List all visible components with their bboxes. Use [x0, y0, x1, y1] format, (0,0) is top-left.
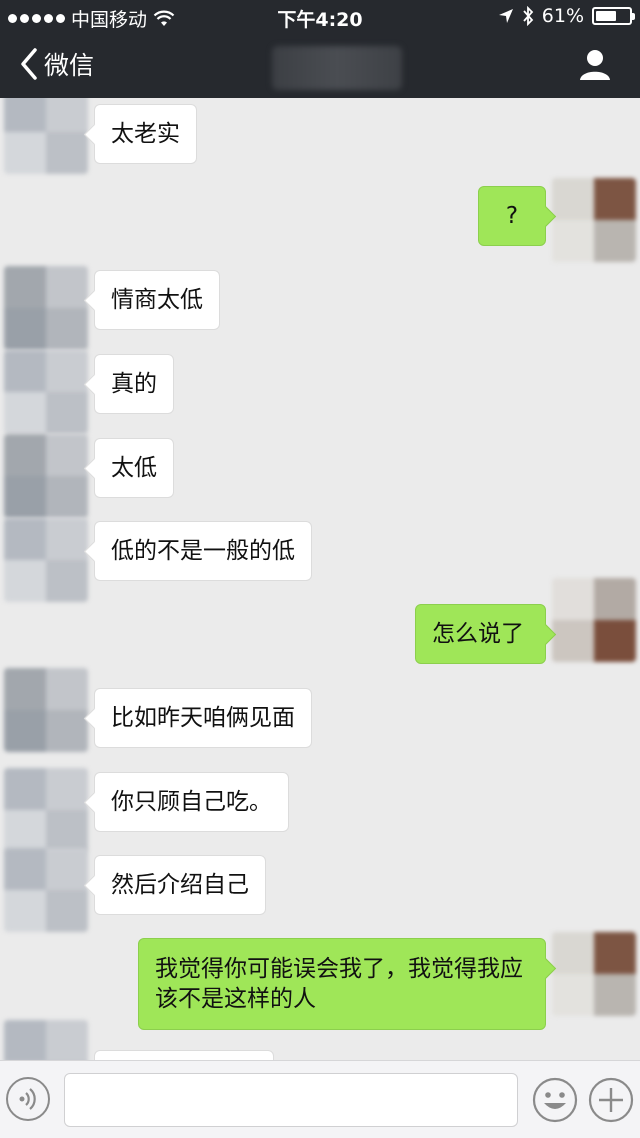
contact-avatar[interactable] — [4, 848, 88, 932]
contact-avatar[interactable] — [4, 350, 88, 434]
contact-avatar[interactable] — [4, 1020, 88, 1060]
voice-icon — [19, 1088, 36, 1110]
contact-avatar[interactable] — [4, 434, 88, 518]
my-avatar[interactable] — [552, 178, 636, 262]
blurred-chat-title — [272, 46, 402, 90]
message-bubble-incoming[interactable]: 低的不是一般的低 — [94, 521, 312, 581]
status-right: 61% — [498, 5, 635, 27]
voice-button[interactable] — [6, 1077, 50, 1121]
contact-avatar[interactable] — [4, 266, 88, 350]
message-bubble-incoming[interactable]: 太老实 — [94, 104, 197, 164]
my-avatar[interactable] — [552, 932, 636, 1016]
back-label: 微信 — [44, 51, 95, 80]
contact-avatar[interactable] — [4, 98, 88, 174]
message-input[interactable] — [64, 1073, 518, 1127]
profile-icon[interactable] — [578, 48, 612, 82]
message-bubble-incoming[interactable]: 你只顾自己吃。 — [94, 772, 289, 832]
chat-area[interactable]: 太老实 ? 情商太低 真的 太低 低的不是一般的低 怎么说了 比如昨天咱俩见面 … — [0, 98, 640, 1060]
message-bubble-outgoing[interactable]: 我觉得你可能误会我了，我觉得我应该不是这样的人 — [138, 938, 546, 1030]
message-bubble-incoming[interactable]: 太低 — [94, 438, 174, 498]
back-button[interactable]: 微信 — [18, 46, 94, 82]
message-bubble-outgoing[interactable]: 怎么说了 — [415, 604, 546, 664]
plus-icon[interactable] — [588, 1077, 634, 1123]
battery-fill — [596, 11, 616, 21]
status-bar: 中国移动 下午4:20 61% — [0, 0, 640, 32]
my-avatar[interactable] — [552, 578, 636, 662]
contact-avatar[interactable] — [4, 768, 88, 852]
message-bubble-incoming[interactable]: 然后介绍自己 — [94, 855, 266, 915]
chevron-left-icon — [21, 48, 37, 80]
message-bubble-incoming[interactable] — [94, 1050, 274, 1060]
contact-avatar[interactable] — [4, 668, 88, 752]
nav-bar: 微信 — [0, 32, 640, 98]
emoji-icon[interactable] — [532, 1077, 578, 1123]
message-bubble-outgoing[interactable]: ? — [478, 186, 546, 246]
bluetooth-icon — [523, 6, 534, 26]
location-arrow-icon — [498, 9, 513, 23]
message-bubble-incoming[interactable]: 真的 — [94, 354, 174, 414]
contact-avatar[interactable] — [4, 518, 88, 602]
message-bubble-incoming[interactable]: 比如昨天咱俩见面 — [94, 688, 312, 748]
message-bubble-incoming[interactable]: 情商太低 — [94, 270, 220, 330]
battery-percent: 61% — [541, 5, 584, 27]
battery-icon — [592, 7, 635, 25]
input-bar — [0, 1060, 640, 1138]
